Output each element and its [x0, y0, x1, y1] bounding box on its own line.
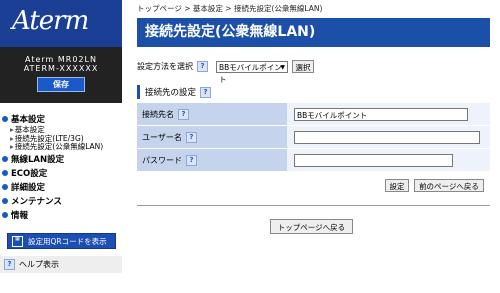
divider	[137, 205, 490, 206]
logo-text: Aterm	[12, 6, 89, 36]
password-input[interactable]	[294, 153, 453, 167]
help-icon[interactable]: ?	[200, 86, 212, 98]
section-title: 接続先の設定	[145, 88, 197, 98]
menu-label: 基本設定	[11, 115, 46, 125]
menu-label: 無線LAN設定	[11, 154, 65, 165]
help-icon: ?	[4, 259, 15, 270]
arrow-icon: ▸	[10, 142, 14, 151]
method-selector: 設定方法を選択 ? BBモバイルポイント ▼ 選択	[137, 60, 314, 84]
menu-advanced[interactable]: 詳細設定	[0, 180, 122, 194]
help-icon[interactable]: ?	[185, 131, 197, 143]
menu-eco[interactable]: ECO設定	[0, 166, 122, 180]
username-input[interactable]	[294, 130, 480, 144]
aterm-logo: Aterm	[0, 0, 122, 47]
sidebar: Aterm Aterm MR02LN ATERM-XXXXXX 保存 基本設定 …	[0, 0, 122, 293]
main-content: トップページ > 基本設定 > 接続先設定(公衆無線LAN) 接続先設定(公衆無…	[137, 0, 492, 293]
help-label: ヘルプ表示	[19, 260, 59, 269]
qr-icon: ▦	[12, 235, 23, 247]
qr-button-label: 設定用QRコードを表示	[28, 236, 107, 246]
show-qr-code-button[interactable]: ▦ 設定用QRコードを表示	[7, 233, 116, 249]
help-icon[interactable]: ?	[197, 61, 208, 72]
set-button[interactable]: 設定	[385, 179, 409, 192]
breadcrumb: トップページ > 基本設定 > 接続先設定(公衆無線LAN)	[137, 4, 323, 13]
field-label: ユーザー名 ?	[137, 126, 287, 148]
arrow-icon: ▸	[10, 125, 14, 134]
menu-basic-settings[interactable]: 基本設定	[0, 112, 122, 126]
menu-label: ECO設定	[11, 168, 48, 179]
device-info-panel: Aterm MR02LN ATERM-XXXXXX 保存	[0, 47, 122, 103]
bullet-icon	[2, 197, 8, 204]
section-header: 接続先の設定 ?	[137, 85, 490, 99]
field-label: 接続先名 ?	[137, 103, 287, 125]
bullet-icon	[2, 116, 8, 122]
help-icon[interactable]: ?	[178, 108, 189, 120]
bullet-icon	[2, 169, 8, 176]
method-select[interactable]: BBモバイルポイント ▼	[216, 60, 288, 84]
bullet-icon	[2, 183, 8, 190]
menu-label: メンテナンス	[11, 196, 62, 207]
form-row-connection-name: 接続先名 ? BBモバイルポイント	[137, 103, 490, 126]
side-menu: 基本設定 ▸基本設定 ▸接続先設定(LTE/3G) ▸接続先設定(公衆無線LAN…	[0, 112, 122, 222]
submenu-connection-public-wlan[interactable]: ▸接続先設定(公衆無線LAN)	[0, 142, 122, 152]
menu-label: 情報	[11, 210, 29, 221]
page-title: 接続先設定(公衆無線LAN)	[137, 18, 490, 47]
connection-form: 接続先名 ? BBモバイルポイント ユーザー名 ? パスワード ?	[137, 103, 490, 172]
menu-wireless-lan[interactable]: 無線LAN設定	[0, 152, 122, 166]
menu-maintenance[interactable]: メンテナンス	[0, 194, 122, 208]
menu-label: 詳細設定	[11, 182, 46, 193]
bullet-icon	[2, 211, 8, 218]
top-page-button[interactable]: トップページへ戻る	[270, 219, 353, 234]
device-serial: ATERM-XXXXXX	[23, 64, 99, 73]
bullet-icon	[2, 155, 8, 162]
save-button[interactable]: 保存	[37, 77, 85, 92]
form-row-username: ユーザー名 ?	[137, 126, 490, 149]
help-toggle[interactable]: ? ヘルプ表示	[0, 256, 122, 273]
select-button[interactable]: 選択	[292, 60, 314, 73]
method-selected-value: BBモバイルポイント	[219, 62, 282, 84]
menu-info[interactable]: 情報	[0, 208, 122, 222]
form-actions: 設定 前のページへ戻る	[385, 179, 484, 192]
form-row-password: パスワード ?	[137, 149, 490, 172]
connection-name-input[interactable]: BBモバイルポイント	[294, 107, 468, 121]
field-label: パスワード ?	[137, 149, 287, 171]
device-model: Aterm MR02LN	[25, 55, 97, 64]
help-icon[interactable]: ?	[186, 154, 197, 166]
method-label: 設定方法を選択	[137, 62, 193, 71]
chevron-down-icon: ▼	[280, 63, 285, 71]
back-button[interactable]: 前のページへ戻る	[414, 179, 484, 192]
